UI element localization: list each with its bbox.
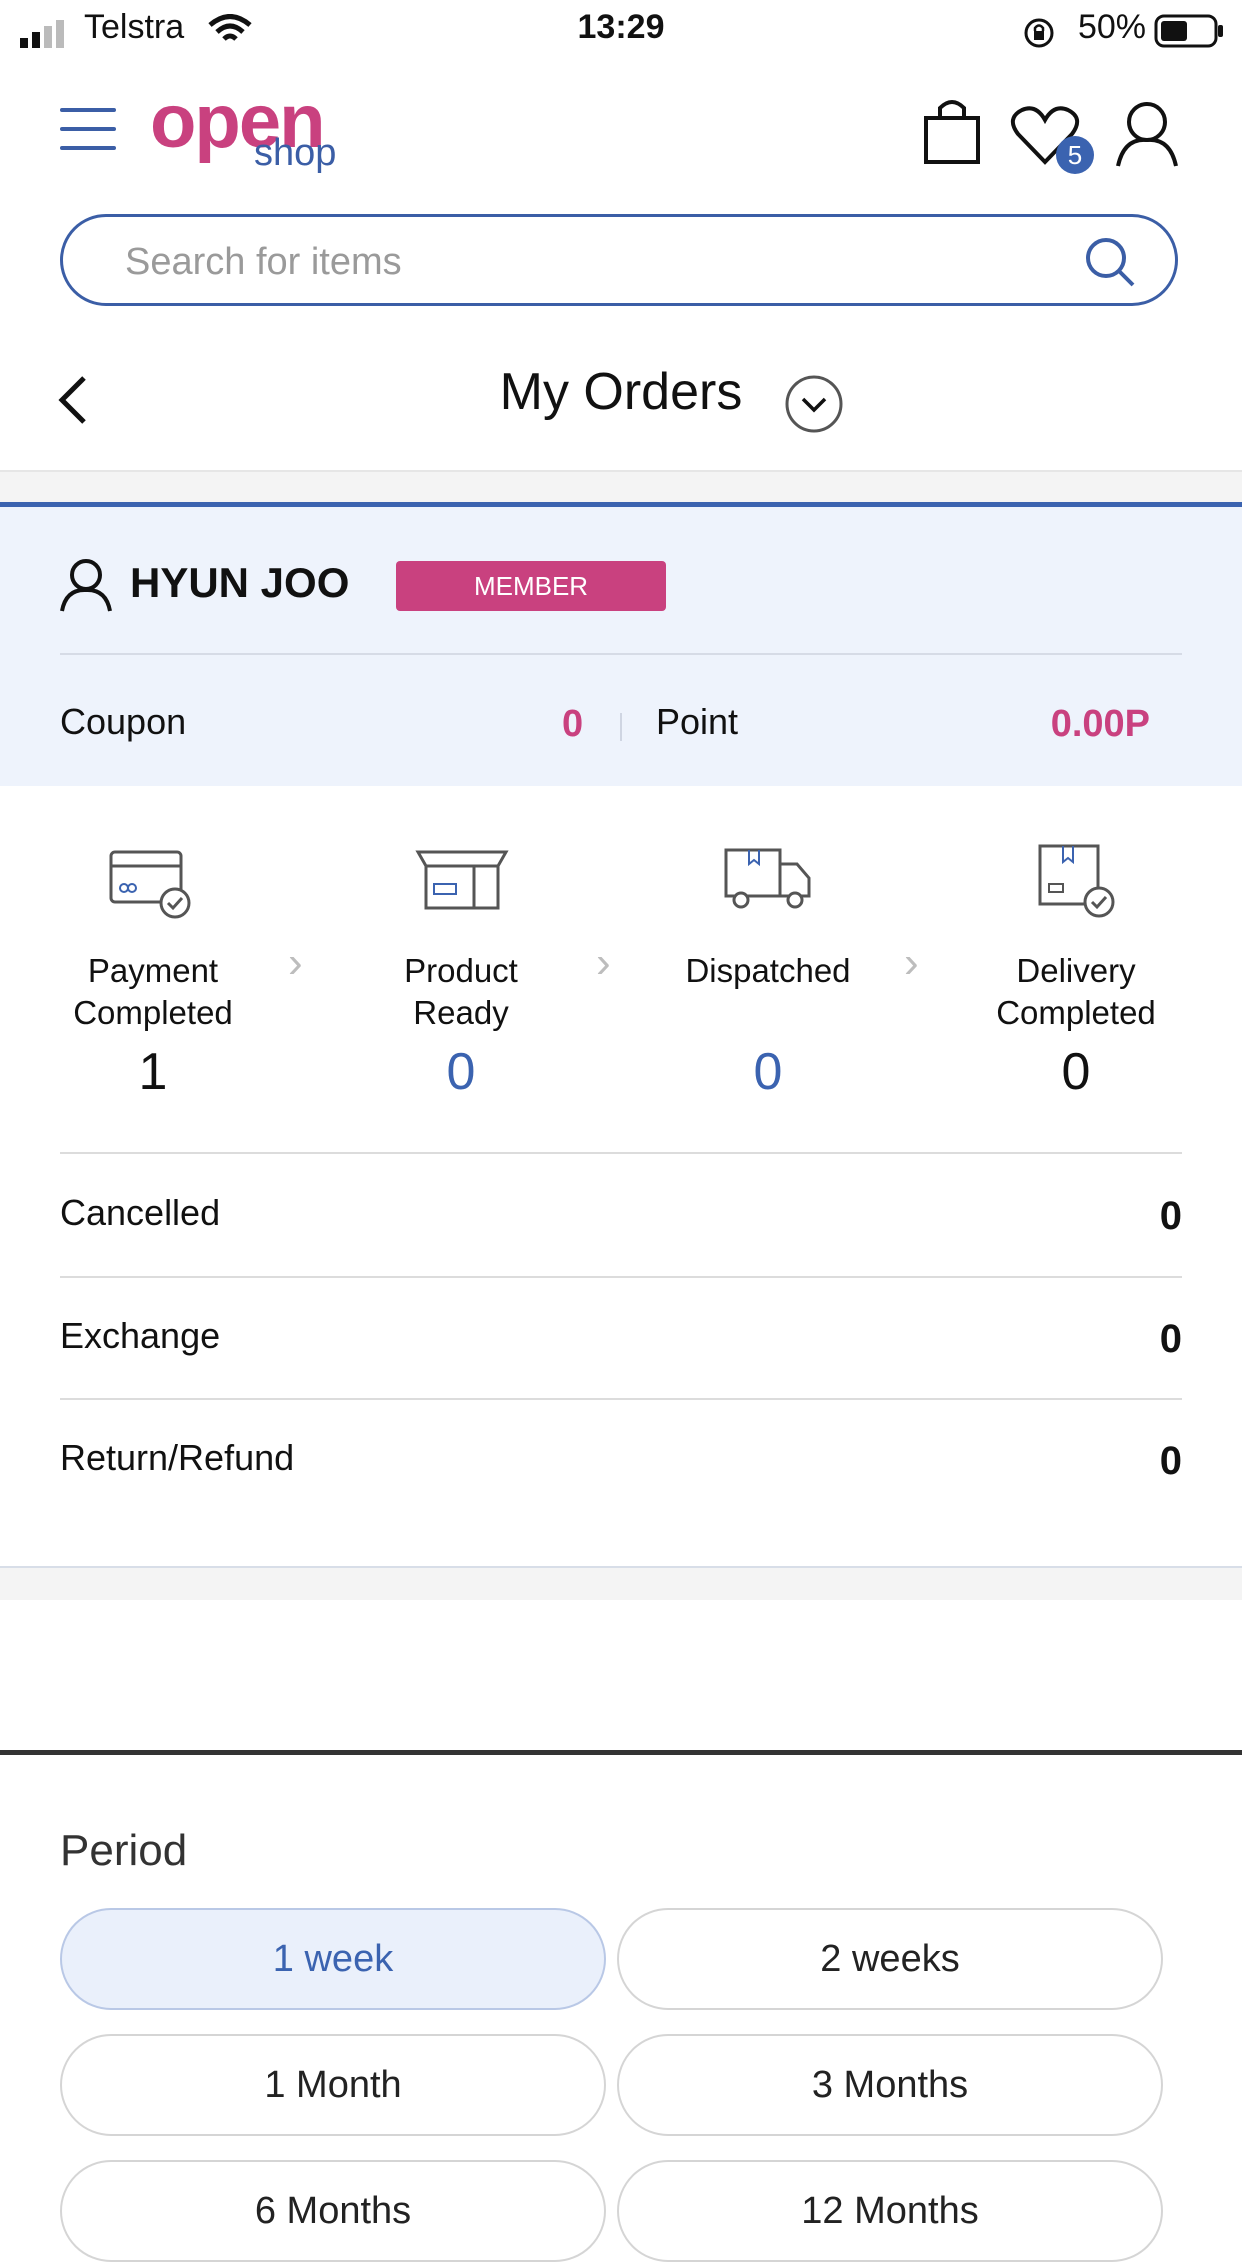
row-return-refund[interactable]: Return/Refund 0 (0, 1400, 1242, 1522)
step-count: 1 (138, 1043, 168, 1101)
period-option-1-month[interactable]: 1 Month (60, 2034, 606, 2136)
step-payment-completed[interactable]: Payment Completed 1 (28, 838, 278, 1108)
chevron-down-icon[interactable] (784, 374, 844, 434)
row-value: 0 (1159, 1317, 1182, 1361)
section-divider (0, 1750, 1242, 1755)
member-name: HYUN JOO (130, 559, 350, 606)
shopping-bag-icon[interactable] (922, 96, 982, 166)
row-label: Cancelled (60, 1192, 221, 1233)
row-exchange[interactable]: Exchange 0 (0, 1278, 1242, 1400)
period-option-1-week[interactable]: 1 week (60, 1908, 606, 2010)
step-label: Dispatched (643, 950, 893, 992)
period-option-6-months[interactable]: 6 Months (60, 2160, 606, 2262)
wishlist-count-badge: 5 (1056, 136, 1094, 174)
step-label-line2: Completed (73, 994, 233, 1031)
truck-icon (724, 848, 811, 909)
step-label-line1: Dispatched (685, 952, 851, 989)
search-input[interactable] (123, 235, 1027, 289)
coupon-point-separator (620, 713, 622, 741)
step-label: Delivery Completed (951, 950, 1201, 1034)
step-label-line2: Completed (996, 994, 1156, 1031)
step-label-line2: Ready (413, 994, 509, 1031)
page-title: My Orders (0, 362, 1242, 422)
hamburger-menu-icon[interactable] (60, 108, 116, 165)
period-option-12-months[interactable]: 12 Months (617, 2160, 1163, 2262)
step-dispatched[interactable]: Dispatched 0 (643, 838, 893, 1108)
member-panel: HYUN JOO MEMBER Coupon 0 Point 0.00P (0, 502, 1242, 786)
step-label-line1: Product (404, 952, 518, 989)
chevron-right-icon: › (288, 938, 303, 987)
point-label: Point (656, 701, 739, 742)
status-bar: Telstra 13:29 50% (0, 0, 1242, 62)
section-divider-band (0, 1566, 1242, 1600)
user-account-icon[interactable] (1114, 100, 1180, 168)
period-option-2-weeks[interactable]: 2 weeks (617, 1908, 1163, 2010)
row-label: Return/Refund (60, 1437, 295, 1478)
row-label: Exchange (60, 1315, 221, 1356)
logo-subtext: shop (254, 132, 337, 174)
battery-icon (1154, 14, 1223, 48)
credit-card-icon (109, 850, 191, 919)
wishlist-button[interactable]: 5 (1010, 100, 1094, 176)
step-label: Payment Completed (28, 950, 278, 1034)
divider-band (0, 470, 1242, 504)
member-level-badge: MEMBER (396, 561, 666, 611)
page-title-text: My Orders (499, 363, 743, 421)
search-bar[interactable] (60, 214, 1178, 306)
step-delivery-completed[interactable]: Delivery Completed 0 (951, 838, 1201, 1108)
period-title: Period (60, 1826, 188, 1875)
step-label-line1: Payment (87, 952, 219, 989)
step-product-ready[interactable]: Product Ready 0 (336, 838, 586, 1108)
step-count: 0 (753, 1043, 783, 1101)
step-label: Product Ready (336, 950, 586, 1034)
coupon-label: Coupon (60, 701, 187, 742)
row-value: 0 (1159, 1439, 1182, 1483)
step-label-line1: Delivery (1016, 952, 1136, 989)
orientation-lock-icon (1024, 18, 1054, 48)
battery-percent: 50% (1077, 8, 1146, 46)
step-count: 0 (446, 1043, 476, 1101)
user-icon (60, 559, 112, 612)
row-value: 0 (1159, 1194, 1182, 1238)
point-value[interactable]: 0.00P (1051, 703, 1150, 746)
chevron-right-icon: › (596, 938, 611, 987)
coupon-value[interactable]: 0 (562, 703, 583, 746)
logo[interactable]: open shop (150, 84, 336, 173)
delivered-package-icon (1038, 844, 1115, 918)
search-icon[interactable] (1083, 235, 1137, 289)
box-icon (415, 850, 509, 910)
row-cancelled[interactable]: Cancelled 0 (0, 1154, 1242, 1276)
member-divider (60, 653, 1182, 655)
chevron-right-icon: › (904, 938, 919, 987)
period-option-3-months[interactable]: 3 Months (617, 2034, 1163, 2136)
step-count: 0 (1061, 1043, 1091, 1101)
